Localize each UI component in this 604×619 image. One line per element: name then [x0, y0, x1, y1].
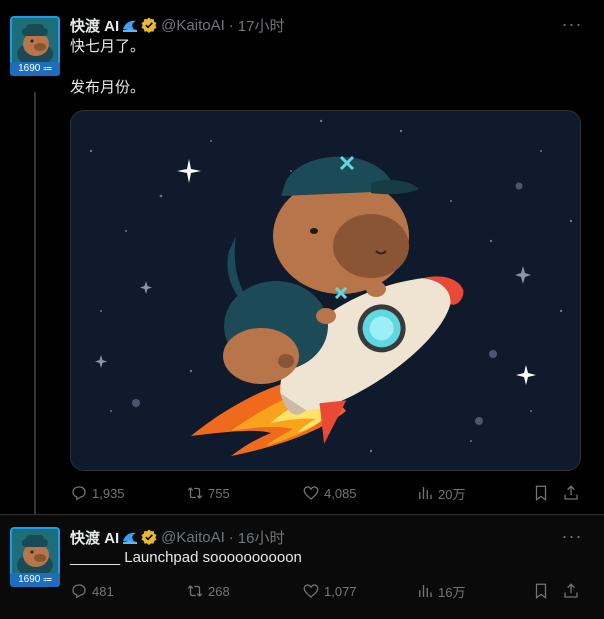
share-icon[interactable] [562, 581, 584, 601]
views-button[interactable]: 20万 [416, 483, 465, 503]
tweet-actions: 481 268 1,077 16万 [70, 581, 585, 601]
avatar[interactable]: 1690 ⩴ [10, 527, 60, 587]
wave-emoji-icon [122, 529, 138, 545]
views-count: 20万 [438, 486, 466, 502]
more-icon[interactable]: ··· [560, 15, 584, 37]
like-icon [303, 584, 319, 598]
tweet[interactable]: 1690 ⩴ 快渡 AI @KaitoAI · 16小时 ··· ______ … [0, 514, 604, 619]
retweet-count: 268 [208, 583, 230, 599]
bookmark-icon[interactable] [532, 581, 554, 601]
retweet-icon [187, 487, 203, 499]
display-name[interactable]: 快渡 AI [70, 15, 119, 36]
score-badge: 1690 ⩴ [10, 62, 60, 76]
verified-badge-icon [141, 529, 157, 545]
timestamp[interactable]: 16小时 [238, 527, 285, 548]
bookmark-icon[interactable] [532, 483, 554, 503]
reply-icon [72, 584, 86, 599]
retweet-button[interactable]: 755 [186, 483, 230, 503]
tweet-text-line: 快七月了。 [70, 38, 146, 55]
tweet-image[interactable] [70, 110, 581, 471]
separator-dot: · [228, 528, 234, 546]
thread-line [34, 92, 36, 514]
score-badge: 1690 ⩴ [10, 573, 60, 587]
tweet-header: 快渡 AI @KaitoAI · 17小时 [70, 15, 284, 35]
views-count: 16万 [438, 584, 466, 600]
like-count: 1,077 [324, 583, 357, 599]
reply-button[interactable]: 1,935 [70, 483, 125, 503]
wave-emoji-icon [122, 17, 138, 33]
display-name[interactable]: 快渡 AI [70, 527, 119, 548]
verified-badge-icon [141, 17, 157, 33]
tweet-actions: 1,935 755 4,085 20万 [70, 483, 585, 503]
reply-icon [72, 486, 86, 501]
like-button[interactable]: 1,077 [302, 581, 357, 601]
like-count: 4,085 [324, 485, 357, 501]
reply-count: 481 [92, 583, 114, 599]
retweet-count: 755 [208, 485, 230, 501]
avatar-image [10, 527, 60, 577]
avatar-image [10, 16, 60, 66]
avatar[interactable]: 1690 ⩴ [10, 16, 60, 76]
tweet-header: 快渡 AI @KaitoAI · 16小时 [70, 527, 284, 547]
views-icon [419, 487, 432, 499]
retweet-button[interactable]: 268 [186, 581, 230, 601]
reply-button[interactable]: 481 [70, 581, 114, 601]
handle[interactable]: @KaitoAI [161, 529, 225, 546]
like-button[interactable]: 4,085 [302, 483, 357, 503]
timestamp[interactable]: 17小时 [238, 15, 285, 36]
share-icon[interactable] [562, 483, 584, 503]
tweet[interactable]: 1690 ⩴ 快渡 AI @KaitoAI · 17小时 ··· 快七月了。 发… [0, 0, 604, 514]
more-icon[interactable]: ··· [560, 527, 584, 549]
views-icon [419, 585, 432, 597]
views-button[interactable]: 16万 [416, 581, 465, 601]
retweet-icon [187, 585, 203, 597]
tweet-text-line: 发布月份。 [70, 79, 146, 96]
like-icon [303, 486, 319, 500]
handle[interactable]: @KaitoAI [161, 17, 225, 34]
reply-count: 1,935 [92, 485, 125, 501]
tweet-text-line: ______ Launchpad soooooooooon [70, 549, 302, 566]
separator-dot: · [228, 16, 234, 34]
